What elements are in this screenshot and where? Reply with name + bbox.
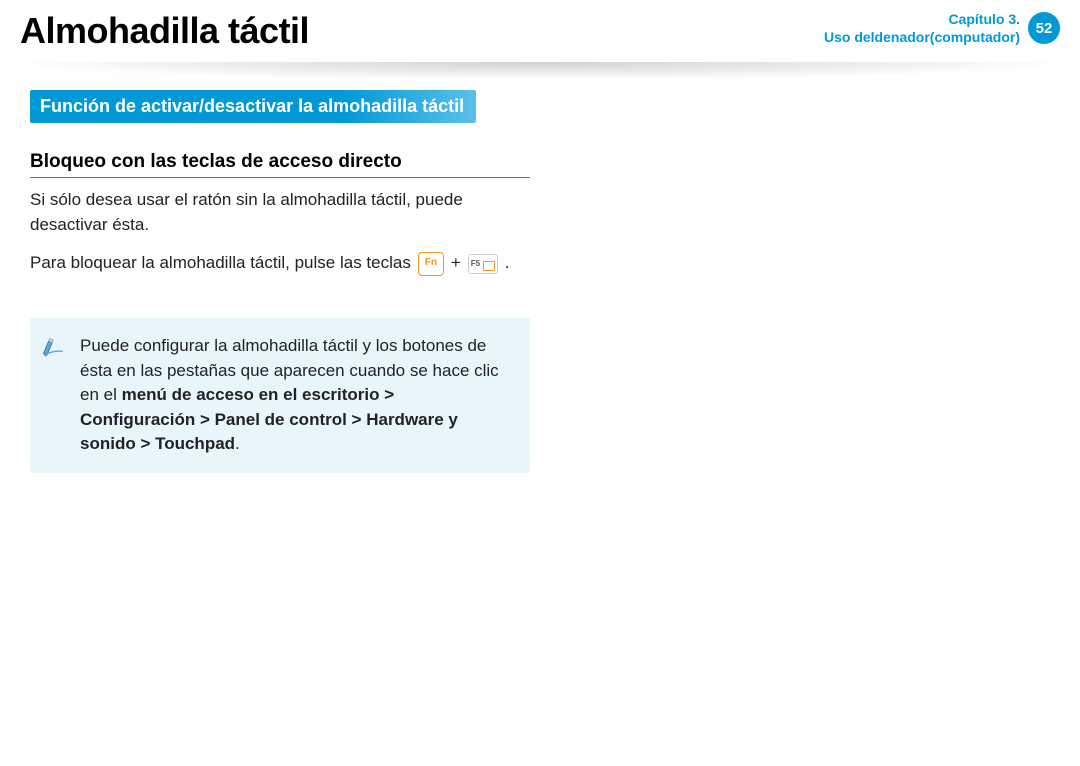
- f5-key-icon: F5: [468, 254, 498, 274]
- chapter-label: Capítulo 3.: [824, 10, 1020, 28]
- chapter-info: Capítulo 3. Uso deldenador(computador) 5…: [824, 10, 1060, 46]
- section-banner: Función de activar/desactivar la almohad…: [30, 90, 476, 123]
- paragraph-1: Si sólo desea usar el ratón sin la almoh…: [30, 188, 530, 237]
- note-bold-path: menú de acceso en el escritorio > Config…: [80, 385, 458, 453]
- page-title: Almohadilla táctil: [20, 10, 309, 52]
- chapter-text: Capítulo 3. Uso deldenador(computador): [824, 10, 1020, 46]
- paragraph-2: Para bloquear la almohadilla táctil, pul…: [30, 251, 530, 276]
- sub-heading: Bloqueo con las teclas de acceso directo: [30, 151, 530, 178]
- note-box: Puede configurar la almohadilla táctil y…: [30, 318, 530, 473]
- paragraph-2-post: .: [505, 251, 510, 276]
- header-shadow: [0, 62, 1080, 80]
- note-icon: [40, 334, 68, 362]
- chapter-sub: Uso deldenador(computador): [824, 28, 1020, 46]
- content-area: Función de activar/desactivar la almohad…: [0, 52, 560, 473]
- fn-key-icon: Fn: [418, 252, 444, 276]
- page-number-badge: 52: [1028, 12, 1060, 44]
- paragraph-2-pre: Para bloquear la almohadilla táctil, pul…: [30, 251, 411, 276]
- plus-sign: +: [451, 251, 461, 276]
- note-text-post: .: [235, 434, 240, 453]
